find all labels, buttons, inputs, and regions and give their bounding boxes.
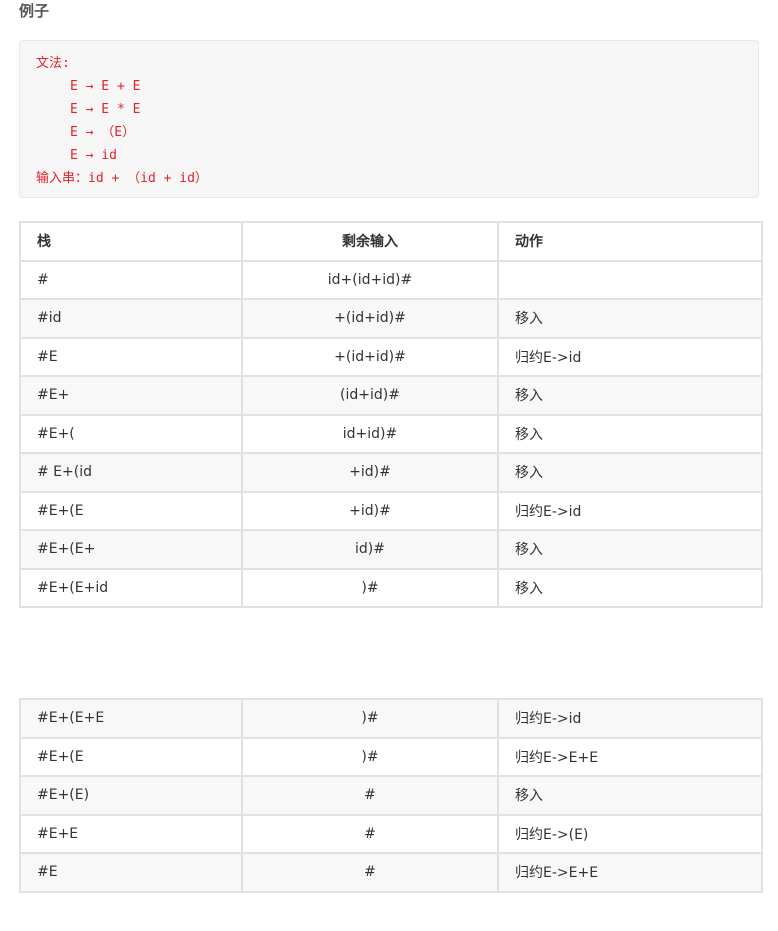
cell-remaining-input: id+id)#: [241, 413, 499, 454]
cell-action: 归约E->(E): [497, 813, 763, 854]
cell-stack: #E+(: [19, 413, 243, 454]
table-row: #E+E # 归约E->(E): [19, 813, 763, 854]
cell-action: [497, 259, 763, 300]
cell-action: 移入: [497, 529, 763, 570]
table-row: #E+(E+id)#移入: [19, 567, 763, 608]
cell-action: 归约E->id: [497, 698, 763, 739]
grammar-input-string: 输入串：id + （id + id）: [36, 171, 208, 186]
table-row: #E+(E) # 移入: [19, 775, 763, 816]
cell-remaining-input: id+(id+id)#: [241, 259, 499, 300]
cell-remaining-input: )#: [241, 736, 499, 777]
cell-stack: #E: [19, 852, 243, 893]
cell-stack: #id: [19, 298, 243, 339]
cell-action: 归约E->E+E: [497, 736, 763, 777]
cell-stack: #E+(E+id: [19, 567, 243, 608]
cell-stack: #: [19, 259, 243, 300]
cell-stack: #E+E: [19, 813, 243, 854]
parse-table: 栈 剩余输入 动作 # id+(id+id)# #id +(id+id)# 移入 #E +(…: [19, 221, 763, 608]
table-row: #E+(E+id)#移入: [19, 529, 763, 570]
header-remaining-input: 剩余输入: [241, 221, 499, 262]
cell-stack: #E+(E+E: [19, 698, 243, 739]
table-row: #E # 归约E->E+E: [19, 852, 763, 893]
cell-stack: #E+(E): [19, 775, 243, 816]
cell-action: 移入: [497, 298, 763, 339]
table-row: #E+(E)# 归约E->E+E: [19, 736, 763, 777]
table-row: #id +(id+id)# 移入: [19, 298, 763, 339]
cell-remaining-input: )#: [241, 698, 499, 739]
grammar-title: 文法:: [36, 56, 70, 71]
cell-remaining-input: +(id+id)#: [241, 336, 499, 377]
cell-remaining-input: #: [241, 775, 499, 816]
header-action: 动作: [497, 221, 763, 262]
cell-action: 移入: [497, 775, 763, 816]
cell-remaining-input: #: [241, 813, 499, 854]
cell-action: 归约E->E+E: [497, 852, 763, 893]
grammar-rule: E → id: [70, 148, 117, 163]
parse-table-continued: #E+(E+E)# 归约E->id #E+(E)# 归约E->E+E #E+(E) # 移入…: [19, 698, 763, 893]
table-row: # E+(id +id)# 移入: [19, 452, 763, 493]
grammar-rule: E → E * E: [70, 102, 141, 117]
table-row: #E +(id+id)# 归约E->id: [19, 336, 763, 377]
cell-action: 移入: [497, 452, 763, 493]
header-stack: 栈: [19, 221, 243, 262]
cell-remaining-input: id)#: [241, 529, 499, 570]
cell-action: 归约E->id: [497, 336, 763, 377]
grammar-rule: E → （E）: [70, 125, 136, 140]
table-row: # id+(id+id)#: [19, 259, 763, 300]
cell-action: 归约E->id: [497, 490, 763, 531]
table-row: #E+(id+id)#移入: [19, 375, 763, 416]
table-row: #E+(E +id)# 归约E->id: [19, 490, 763, 531]
section-heading: 例子: [19, 2, 50, 20]
cell-remaining-input: +id)#: [241, 452, 499, 493]
cell-stack: #E+(E: [19, 736, 243, 777]
cell-action: 移入: [497, 375, 763, 416]
table-row: #E+(id+id)#移入: [19, 413, 763, 454]
grammar-code-block: 文法: E → E + E E → E * E E → （E） E → id 输…: [19, 40, 759, 198]
cell-stack: #E: [19, 336, 243, 377]
table-header-row: 栈 剩余输入 动作: [19, 221, 763, 262]
cell-remaining-input: +id)#: [241, 490, 499, 531]
cell-stack: #E+: [19, 375, 243, 416]
cell-remaining-input: #: [241, 852, 499, 893]
cell-remaining-input: )#: [241, 567, 499, 608]
cell-stack: #E+(E+: [19, 529, 243, 570]
grammar-rule: E → E + E: [70, 79, 141, 94]
cell-remaining-input: +(id+id)#: [241, 298, 499, 339]
cell-remaining-input: (id+id)#: [241, 375, 499, 416]
cell-stack: # E+(id: [19, 452, 243, 493]
table-row: #E+(E+E)# 归约E->id: [19, 698, 763, 739]
cell-action: 移入: [497, 567, 763, 608]
cell-stack: #E+(E: [19, 490, 243, 531]
cell-action: 移入: [497, 413, 763, 454]
